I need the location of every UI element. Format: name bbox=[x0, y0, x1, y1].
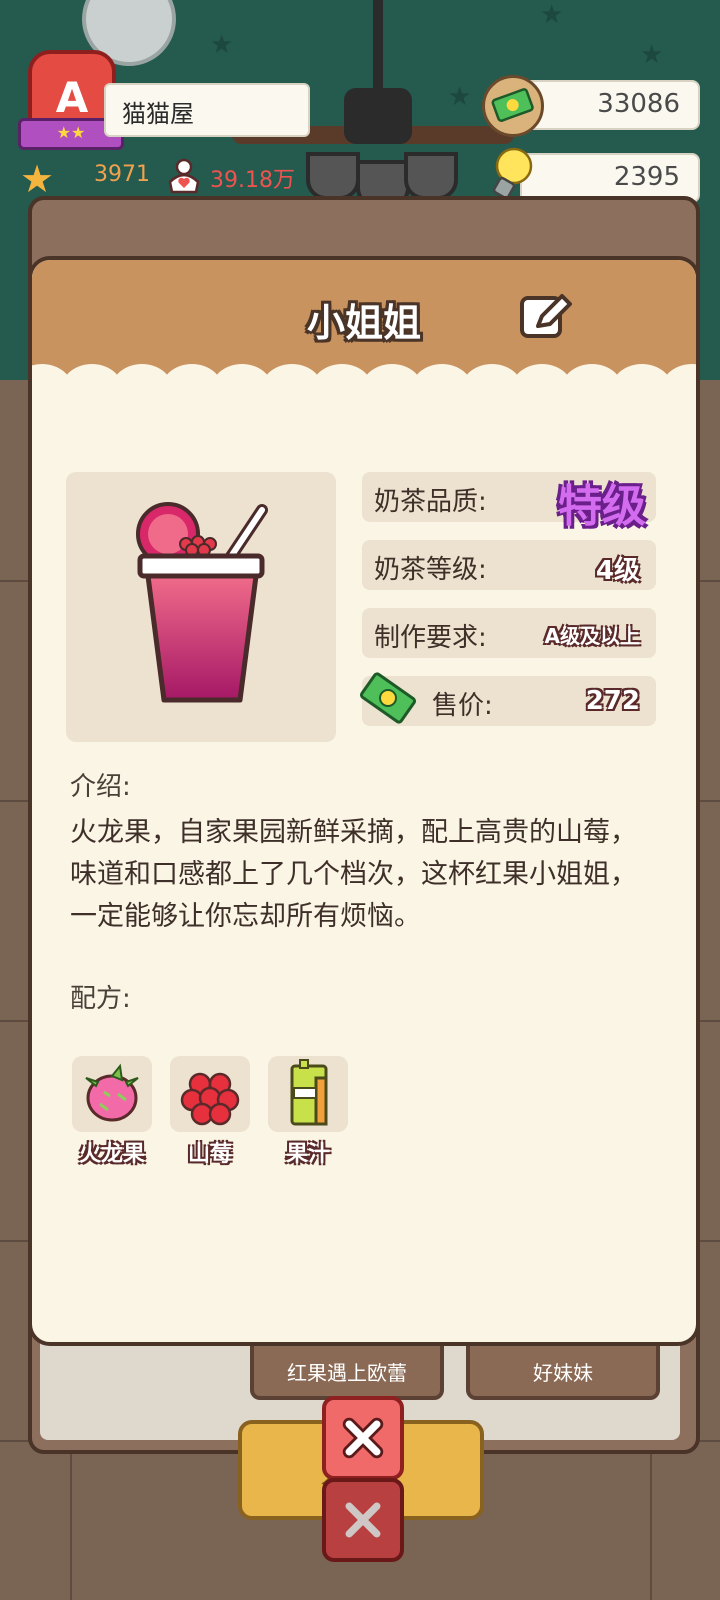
raspberry-icon bbox=[180, 1072, 240, 1126]
quality-row: 奶茶品质: 特级 bbox=[362, 472, 656, 532]
fan-lamp-icon bbox=[306, 152, 360, 200]
edit-name-button[interactable] bbox=[516, 288, 576, 344]
cash-value: 33086 bbox=[597, 89, 680, 119]
drink-card-label: 红果遇上欧蕾 bbox=[287, 1361, 407, 1385]
intro-label: 介绍: bbox=[70, 772, 131, 802]
stars-value: 3971 bbox=[94, 162, 150, 187]
close-button[interactable] bbox=[322, 1396, 404, 1480]
requirement-row: 制作要求: A级及以上 bbox=[362, 608, 656, 658]
requirement-label: 制作要求: bbox=[374, 623, 487, 653]
ingredient-item[interactable]: 果汁 bbox=[268, 1056, 348, 1168]
dialog-title: 小姐姐 bbox=[306, 301, 421, 345]
drink-image-frame bbox=[66, 472, 336, 742]
wall-star-decoration: ★ bbox=[448, 82, 472, 112]
price-label: 售价: bbox=[432, 691, 493, 721]
cash-icon bbox=[359, 672, 417, 724]
close-button-shadow bbox=[322, 1478, 404, 1562]
ceiling-fan-rod bbox=[373, 0, 383, 90]
ingredient-name: 山莓 bbox=[187, 1142, 232, 1167]
quality-label: 奶茶品质: bbox=[374, 487, 487, 517]
price-row: 售价: 272 bbox=[359, 672, 656, 726]
recipe-label: 配方: bbox=[70, 984, 131, 1014]
drink-card-label: 好妹妹 bbox=[533, 1361, 593, 1385]
close-icon bbox=[342, 1417, 384, 1459]
bulb-value: 2395 bbox=[613, 162, 680, 192]
fans-person-icon bbox=[168, 158, 200, 194]
star-icon: ★ bbox=[20, 157, 55, 201]
ingredient-name: 果汁 bbox=[285, 1142, 330, 1167]
rank-letter: A bbox=[55, 72, 89, 122]
close-icon bbox=[345, 1502, 381, 1538]
requirement-value: A级及以上 bbox=[544, 624, 640, 648]
drink-detail-dialog: 小姐姐 奶茶品质: 特级 奶茶等级: 4级 制作要求: A级及以上 售价: 27… bbox=[28, 256, 700, 1346]
level-row: 奶茶等级: 4级 bbox=[362, 540, 656, 590]
ingredient-item[interactable]: 火龙果 bbox=[72, 1056, 152, 1168]
level-label: 奶茶等级: bbox=[374, 555, 487, 585]
quality-value: 特级 bbox=[558, 481, 646, 532]
juice-box-icon bbox=[290, 1059, 328, 1126]
intro-text: 火龙果，自家果园新鲜采摘，配上高贵的山莓，味道和口感都上了几个档次，这杯红果小姐… bbox=[70, 817, 637, 932]
wall-star-decoration: ★ bbox=[640, 40, 664, 70]
wall-star-decoration: ★ bbox=[210, 30, 234, 60]
cash-icon bbox=[482, 75, 544, 137]
fans-value: 39.18万 bbox=[210, 168, 295, 193]
ingredient-item[interactable]: 山莓 bbox=[170, 1056, 250, 1168]
dragonfruit-drink-icon bbox=[136, 502, 268, 703]
shop-name: 猫猫屋 bbox=[122, 100, 194, 128]
ceiling-fan-body bbox=[344, 88, 412, 144]
ingredient-name: 火龙果 bbox=[78, 1142, 145, 1167]
dragonfruit-icon bbox=[85, 1063, 139, 1122]
level-value: 4级 bbox=[595, 556, 640, 586]
fan-lamp-icon bbox=[404, 152, 458, 200]
price-value: 272 bbox=[585, 686, 640, 716]
wall-star-decoration: ★ bbox=[540, 0, 564, 30]
